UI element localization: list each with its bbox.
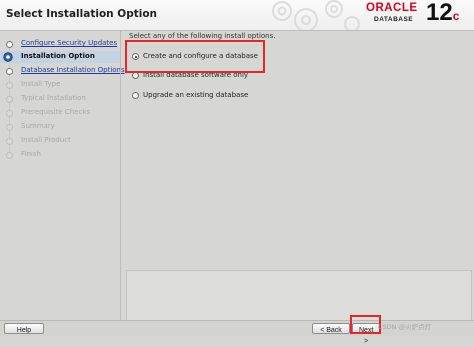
version-suffix: c [452, 9, 460, 23]
steps-sidebar: Configure Security Updates Installation … [0, 31, 125, 321]
step-summary: Summary [0, 121, 120, 133]
selection-highlight [125, 40, 265, 73]
oracle-wordmark: ORACLE [366, 2, 418, 14]
step-database-installation-options[interactable]: Database Installation Options [0, 65, 125, 77]
step-pending-icon [6, 124, 13, 131]
step-label: Finish [21, 150, 41, 158]
step-installation-option[interactable]: Installation Option [0, 51, 120, 63]
step-configure-security-updates[interactable]: Configure Security Updates [0, 38, 120, 50]
step-pending-icon [6, 82, 13, 89]
current-step-icon [3, 52, 13, 62]
header: Select Installation Option ORACLE DATABA… [0, 0, 474, 31]
oracle-logo: ORACLE DATABASE 12c [364, 0, 470, 29]
page-title: Select Installation Option [6, 8, 158, 20]
step-label: Typical Installation [21, 94, 86, 102]
step-label: Install Product [21, 136, 71, 144]
step-finish: Finish [0, 149, 120, 161]
step-pending-icon [6, 110, 13, 117]
version-badge: 12c [426, 0, 459, 27]
step-prerequisite-checks: Prerequisite Checks [0, 107, 120, 119]
radio-icon[interactable] [132, 92, 139, 99]
step-pending-icon [6, 138, 13, 145]
step-done-icon [6, 68, 13, 75]
intro-text: Select any of the following install opti… [129, 32, 276, 40]
step-label: Install Type [21, 80, 61, 88]
description-panel [126, 270, 472, 321]
step-install-product: Install Product [0, 135, 120, 147]
step-pending-icon [6, 152, 13, 159]
step-done-icon [6, 41, 13, 48]
back-button[interactable]: < Back [312, 323, 350, 334]
step-label: Prerequisite Checks [21, 108, 91, 116]
database-wordmark: DATABASE [374, 16, 414, 23]
step-typical-installation: Typical Installation [0, 93, 120, 105]
step-label: Installation Option [21, 52, 95, 60]
step-label: Summary [21, 122, 55, 130]
step-label[interactable]: Database Installation Options [21, 66, 125, 74]
watermark: CSDN @火炉点灯 [378, 323, 432, 331]
step-label[interactable]: Configure Security Updates [21, 39, 117, 47]
help-label: Help [16, 327, 32, 334]
help-button[interactable]: Help [4, 323, 44, 334]
option-label[interactable]: Upgrade an existing database [143, 91, 248, 99]
next-button-highlight [350, 315, 381, 334]
version-number: 12 [426, 0, 453, 26]
back-label: < Back [320, 327, 342, 334]
radio-icon[interactable] [132, 72, 139, 79]
gears-icon [272, 0, 360, 30]
main-panel: Select any of the following install opti… [120, 31, 473, 321]
step-pending-icon [6, 96, 13, 103]
step-install-type: Install Type [0, 79, 120, 91]
